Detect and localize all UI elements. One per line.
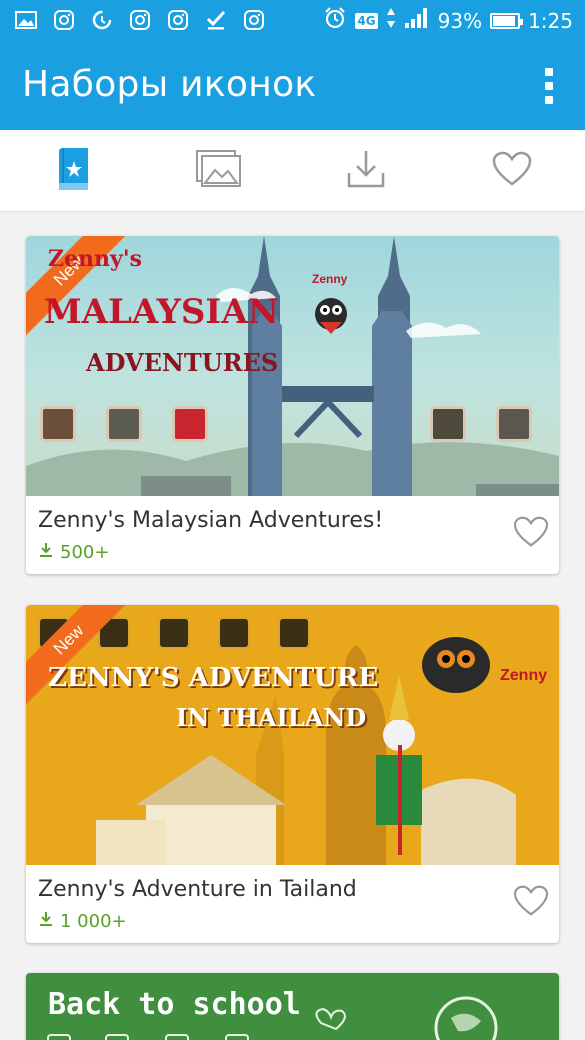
gallery-preview-icon <box>496 406 532 442</box>
mail-preview-icon <box>172 406 208 442</box>
icon-pack-card[interactable]: New Zenny's Adventure in Thailand Zenny … <box>26 605 559 943</box>
sync-notification-icon <box>90 8 114 32</box>
instagram-notification-icon <box>128 8 152 32</box>
download-icon <box>38 911 54 932</box>
download-tray-icon <box>346 149 386 193</box>
download-icon <box>38 542 54 563</box>
alarm-icon <box>323 6 347 35</box>
card-info: Zenny's Malaysian Adventures! 500+ <box>26 496 559 574</box>
tab-bar <box>0 130 585 212</box>
icon-pack-card[interactable]: Back to school <box>26 973 559 1040</box>
battery-percent: 93% <box>437 8 483 33</box>
chat-preview-icon <box>430 406 466 442</box>
instagram-notification-icon <box>166 8 190 32</box>
checkmark-notification-icon <box>204 8 228 32</box>
phone-preview-icon <box>278 617 310 649</box>
pack-name: Zenny's Malaysian Adventures! <box>38 508 384 533</box>
banner-title-line1: Back to school <box>48 987 301 1022</box>
icon-pack-card[interactable]: New Zenny's Malaysian Adventures Zenny Z… <box>26 236 559 574</box>
clock: 1:25 <box>528 8 573 33</box>
banner-title-line3: Adventures <box>86 348 279 377</box>
book-star-icon <box>53 147 93 195</box>
tools-preview-icon <box>158 617 190 649</box>
tab-wallpapers[interactable] <box>146 130 292 211</box>
instagram-notification-icon <box>52 8 76 32</box>
data-arrows-icon <box>386 7 396 34</box>
overflow-menu-button[interactable] <box>543 68 555 104</box>
banner-title-line1: Zenny's <box>48 246 142 272</box>
heart-outline-icon <box>513 516 549 552</box>
menu-dot <box>545 68 553 76</box>
camera-preview-icon <box>40 406 76 442</box>
brand-label: Zenny <box>312 272 348 286</box>
menu-dot <box>545 96 553 104</box>
tab-downloads[interactable] <box>293 130 439 211</box>
card-banner: Back to school <box>26 973 559 1040</box>
download-count: 1 000+ <box>38 911 127 932</box>
banner-title-line2: Malaysian <box>44 292 279 332</box>
gallery-preview-icon <box>218 617 250 649</box>
card-info: Zenny's Adventure in Tailand 1 000+ <box>26 865 559 943</box>
favorite-button[interactable] <box>513 885 549 921</box>
menu-dot <box>545 82 553 90</box>
tab-favorites[interactable] <box>439 130 585 211</box>
gallery-notification-icon <box>14 8 38 32</box>
favorite-button[interactable] <box>513 516 549 552</box>
calculator-preview-icon <box>106 406 142 442</box>
download-count: 500+ <box>38 542 109 563</box>
heart-outline-icon <box>513 885 549 921</box>
pack-name: Zenny's Adventure in Tailand <box>38 877 357 902</box>
images-icon <box>196 149 242 192</box>
download-count-value: 500+ <box>60 542 110 563</box>
tab-icon-packs[interactable] <box>0 130 146 211</box>
banner-title-line2: in Thailand <box>176 703 367 732</box>
download-count-value: 1 000+ <box>60 911 127 932</box>
heart-outline-icon <box>492 151 532 191</box>
app-bar: Наборы иконок <box>0 42 585 130</box>
banner-title-line1: Zenny's Adventure <box>48 663 379 693</box>
battery-icon <box>490 12 524 29</box>
status-bar: 4G 93% 1:25 <box>0 0 585 42</box>
brand-label: Zenny <box>500 667 548 684</box>
page-title: Наборы иконок <box>22 64 317 105</box>
network-type-badge: 4G <box>355 12 378 29</box>
card-banner: New Zenny's Malaysian Adventures Zenny <box>26 236 559 496</box>
signal-icon <box>404 7 430 34</box>
card-banner: New Zenny's Adventure in Thailand Zenny <box>26 605 559 865</box>
instagram-notification-icon <box>242 8 266 32</box>
